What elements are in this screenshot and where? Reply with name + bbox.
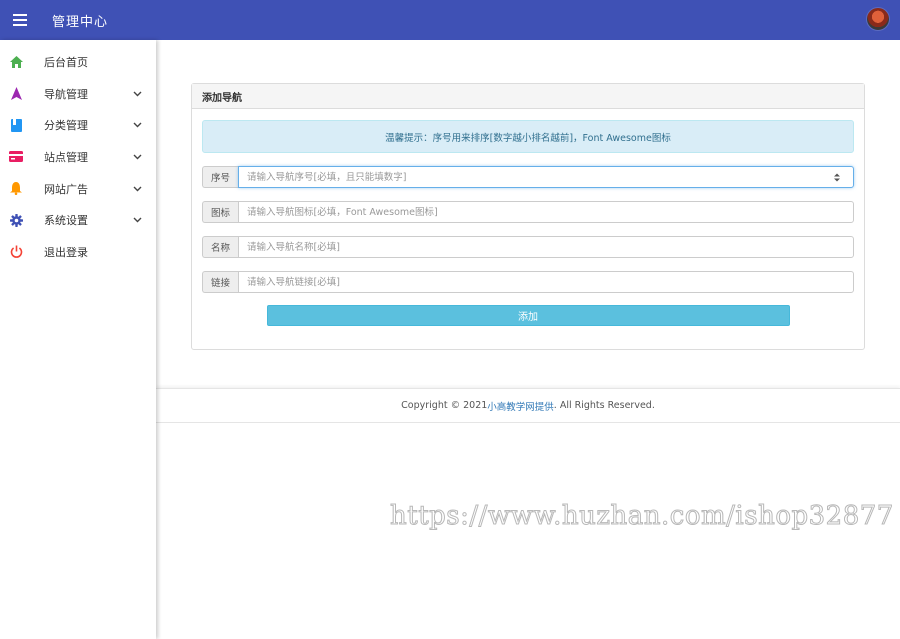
sort-order-row: 序号	[202, 166, 854, 188]
footer: Copyright © 2021 小高教学网提供 . All Rights Re…	[156, 388, 900, 423]
icon-row: 图标	[202, 201, 854, 223]
top-bar: 管理中心	[0, 0, 900, 40]
chevron-down-icon	[133, 217, 142, 223]
power-icon	[9, 245, 23, 259]
provider-link[interactable]: 小高教学网提供	[487, 399, 554, 413]
chevron-down-icon	[133, 186, 142, 192]
menu-icon	[13, 14, 27, 26]
sidebar-item-label: 分类管理	[44, 119, 88, 133]
link-row: 链接	[202, 271, 854, 293]
chevron-down-icon	[133, 122, 142, 128]
spinner-arrows-icon	[834, 173, 840, 181]
number-spinner[interactable]	[834, 166, 840, 188]
link-field-label: 链接	[202, 271, 238, 293]
sidebar-item-label: 网站广告	[44, 182, 88, 196]
main-content: 添加导航 温馨提示：序号用来排序[数字越小排名越前]，Font Awesome图…	[156, 40, 900, 639]
sidebar-item-label: 退出登录	[44, 245, 88, 259]
link-input[interactable]	[238, 271, 854, 293]
gear-icon	[9, 213, 23, 227]
name-row: 名称	[202, 236, 854, 258]
book-icon	[9, 118, 23, 132]
name-field-label: 名称	[202, 236, 238, 258]
bell-icon	[9, 182, 23, 196]
copyright-prefix: Copyright © 2021	[401, 400, 488, 411]
sort-order-input[interactable]	[238, 166, 854, 188]
sidebar-item-label: 站点管理	[44, 150, 88, 164]
hamburger-menu-button[interactable]	[2, 0, 38, 40]
name-input[interactable]	[238, 236, 854, 258]
sidebar-item-categories[interactable]: 分类管理	[0, 109, 156, 141]
sidebar: 后台首页 导航管理 分类管理 站点管理 网站广告 系统设置 退出登录	[0, 40, 156, 639]
info-alert: 温馨提示：序号用来排序[数字越小排名越前]，Font Awesome图标	[202, 120, 854, 153]
add-navigation-panel: 添加导航 温馨提示：序号用来排序[数字越小排名越前]，Font Awesome图…	[191, 83, 865, 350]
sidebar-item-ads[interactable]: 网站广告	[0, 173, 156, 205]
sidebar-item-label: 后台首页	[44, 55, 88, 69]
sidebar-item-label: 导航管理	[44, 87, 88, 101]
home-icon	[9, 55, 23, 69]
copyright-suffix: . All Rights Reserved.	[553, 400, 655, 411]
sort-order-label: 序号	[202, 166, 238, 188]
panel-title: 添加导航	[192, 84, 864, 109]
chevron-down-icon	[133, 91, 142, 97]
chevron-down-icon	[133, 154, 142, 160]
icon-input[interactable]	[238, 201, 854, 223]
add-button[interactable]: 添加	[266, 305, 790, 326]
watermark-text: https://www.huzhan.com/ishop32877	[390, 501, 894, 532]
navigation-arrow-icon	[9, 87, 23, 101]
app-title: 管理中心	[52, 14, 109, 30]
sidebar-item-logout[interactable]: 退出登录	[0, 236, 156, 268]
sidebar-item-navigation[interactable]: 导航管理	[0, 78, 156, 110]
sidebar-item-sites[interactable]: 站点管理	[0, 141, 156, 173]
icon-field-label: 图标	[202, 201, 238, 223]
user-avatar[interactable]	[866, 7, 890, 31]
sidebar-item-settings[interactable]: 系统设置	[0, 204, 156, 236]
credit-card-icon	[9, 150, 23, 164]
sidebar-item-label: 系统设置	[44, 214, 88, 228]
sidebar-item-dashboard[interactable]: 后台首页	[0, 46, 156, 78]
